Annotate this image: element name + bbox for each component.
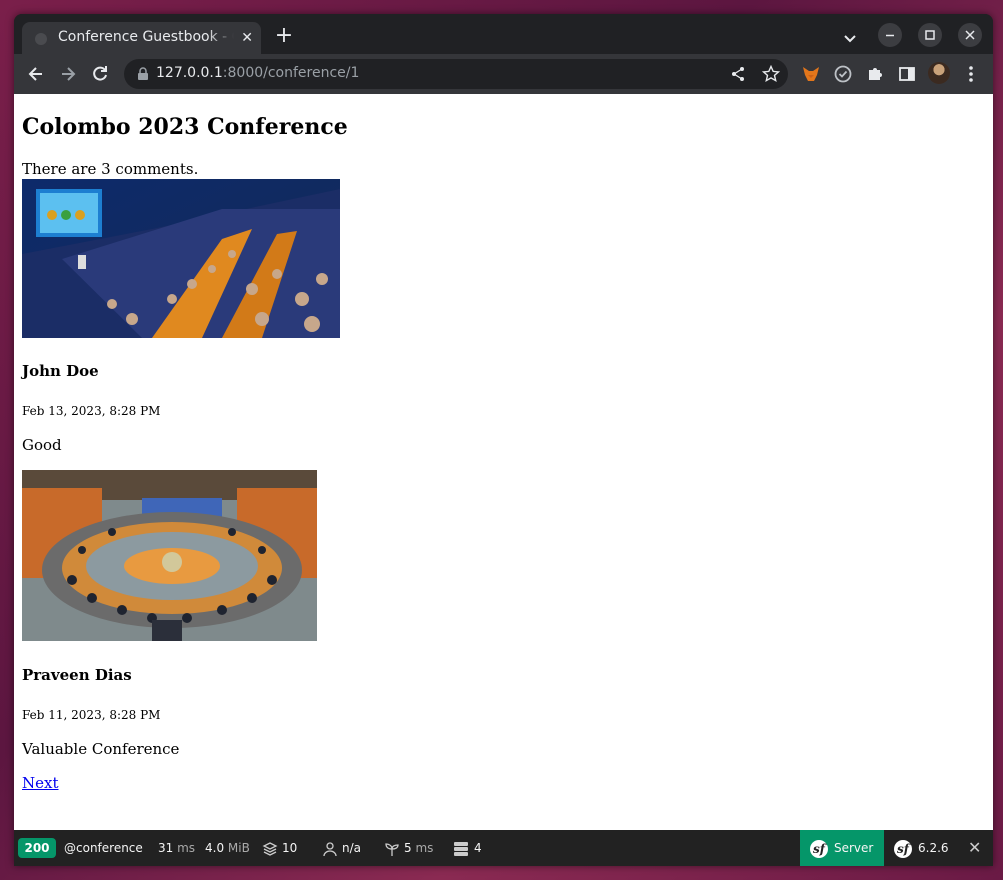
share-icon[interactable] bbox=[730, 66, 746, 82]
memory-usage[interactable]: 4.0 MiB bbox=[205, 830, 250, 866]
close-icon bbox=[965, 30, 975, 40]
symfony-logo-icon: sf bbox=[894, 839, 912, 858]
puzzle-icon[interactable] bbox=[866, 65, 884, 83]
page-title: Colombo 2023 Conference bbox=[22, 114, 348, 140]
new-tab-button[interactable]: + bbox=[272, 24, 296, 48]
tab-title: Conference Guestbook - Conference Guestb… bbox=[58, 29, 234, 45]
favicon-icon bbox=[35, 33, 47, 45]
status-code-badge[interactable]: 200 bbox=[18, 838, 56, 858]
comment-text: Valuable Conference bbox=[22, 740, 180, 758]
route-name[interactable]: @conference bbox=[64, 830, 143, 866]
browser-window: Conference Guestbook - Conference Guestb… bbox=[14, 14, 993, 866]
tab-search-chevron-icon[interactable] bbox=[840, 28, 860, 48]
back-arrow-icon[interactable] bbox=[26, 64, 46, 84]
tab-conference-guestbook[interactable]: Conference Guestbook - Conference Guestb… bbox=[22, 22, 261, 54]
tab-close-icon[interactable]: ✕ bbox=[241, 29, 253, 47]
database-queries[interactable]: 4 bbox=[452, 830, 482, 866]
layers-icon bbox=[262, 841, 278, 856]
star-icon[interactable] bbox=[762, 65, 780, 83]
symfony-version[interactable]: sf 6.2.6 bbox=[894, 830, 949, 866]
forward-arrow-icon[interactable] bbox=[58, 64, 78, 84]
close-window-button[interactable] bbox=[958, 23, 982, 47]
side-panel-icon[interactable] bbox=[898, 65, 916, 83]
comment-date: Feb 11, 2023, 8:28 PM bbox=[22, 708, 161, 722]
database-icon bbox=[454, 841, 468, 856]
symfony-debug-toolbar: 200 @conference 31 ms 4.0 MiB 10 n/a 5 m… bbox=[14, 830, 993, 866]
maximize-icon bbox=[925, 30, 935, 40]
symfony-logo-icon: sf bbox=[810, 839, 828, 858]
security-user[interactable]: n/a bbox=[322, 830, 361, 866]
profile-avatar[interactable] bbox=[928, 62, 950, 84]
twig-templates[interactable]: 10 bbox=[262, 830, 297, 866]
circle-check-extension-icon[interactable] bbox=[834, 65, 852, 83]
page-content: Colombo 2023 Conference There are 3 comm… bbox=[14, 94, 993, 830]
events-time[interactable]: 5 ms bbox=[384, 830, 433, 866]
lock-icon[interactable] bbox=[136, 67, 150, 81]
next-page-link[interactable]: Next bbox=[22, 774, 59, 792]
server-panel[interactable]: sf Server bbox=[800, 830, 884, 866]
comment-date: Feb 13, 2023, 8:28 PM bbox=[22, 404, 161, 418]
comment-photo-auditorium bbox=[22, 179, 340, 338]
minimize-button[interactable] bbox=[878, 23, 902, 47]
comment-author: Praveen Dias bbox=[22, 666, 132, 684]
user-icon bbox=[323, 841, 337, 856]
close-toolbar-icon[interactable]: ✕ bbox=[968, 830, 981, 866]
minimize-icon bbox=[886, 34, 894, 37]
url-text[interactable]: 127.0.0.1:8000/conference/1 bbox=[156, 65, 359, 81]
request-time[interactable]: 31 ms bbox=[158, 830, 195, 866]
comment-text: Good bbox=[22, 436, 62, 454]
comment-photo-roundtable bbox=[22, 470, 317, 641]
sprout-icon bbox=[385, 842, 399, 856]
maximize-button[interactable] bbox=[918, 23, 942, 47]
comment-count: There are 3 comments. bbox=[22, 160, 199, 178]
comment-author: John Doe bbox=[22, 362, 99, 380]
tab-strip: Conference Guestbook - Conference Guestb… bbox=[14, 14, 993, 54]
browser-toolbar: 127.0.0.1:8000/conference/1 bbox=[14, 54, 993, 94]
kebab-menu-icon[interactable] bbox=[965, 64, 977, 84]
reload-icon[interactable] bbox=[90, 64, 110, 84]
address-bar[interactable]: 127.0.0.1:8000/conference/1 bbox=[124, 59, 788, 89]
fox-extension-icon[interactable] bbox=[802, 65, 820, 83]
